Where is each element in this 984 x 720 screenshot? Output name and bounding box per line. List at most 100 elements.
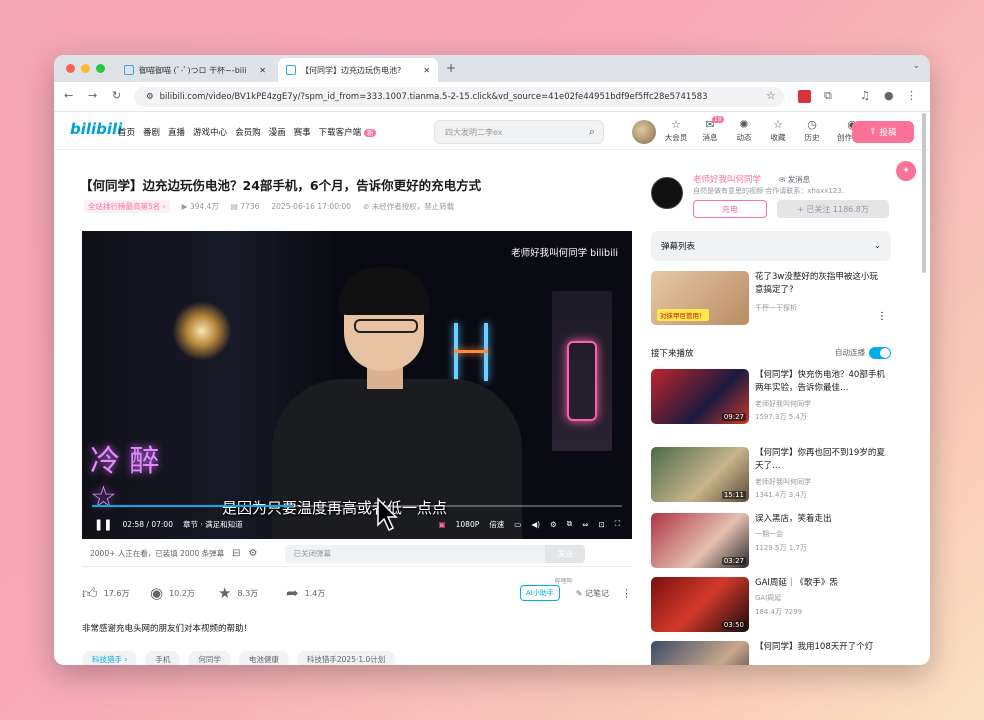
video-player[interactable]: 冷 醉 ☆ 老师好我叫何同学 bilibili 是因为只要温度再高或者低一点点 … xyxy=(82,231,632,539)
scrollbar[interactable] xyxy=(922,113,926,273)
video-title: 【何同学】边充边玩伤电池？24部手机，6个月，告诉你更好的充电方式 xyxy=(80,178,482,193)
danmaku-list-panel[interactable]: 弹幕列表 ⌄ xyxy=(651,231,891,261)
danmaku-input[interactable]: 已关闭弹幕 发送 xyxy=(285,544,586,563)
minimize-window-button[interactable] xyxy=(81,64,90,73)
recommendation-item[interactable]: 03:50 GAI周延｜《歌手》炁 GAI周延 184.4万 7299 xyxy=(651,577,891,635)
site-info-icon[interactable]: ⚙ xyxy=(146,92,154,102)
danmaku-switch-icon[interactable]: ⊟ xyxy=(232,548,240,559)
more-menu-icon[interactable]: ⋮ xyxy=(906,89,917,102)
new-tab-button[interactable]: + xyxy=(446,61,456,75)
rec-comments: 7299 xyxy=(784,608,803,616)
note-icon: ✎ xyxy=(575,588,585,598)
extensions-icon[interactable]: ⧉ xyxy=(824,89,832,103)
float-action-button[interactable]: ✦ xyxy=(896,161,916,181)
url-field[interactable]: ⚙ bilibili.com/video/BV1kPE4zgE7y/?spm_i… xyxy=(134,87,784,107)
user-avatar[interactable] xyxy=(632,120,656,144)
viewer-count: 2000+ 人正在看，已装填 2000 条弹幕 xyxy=(90,549,225,558)
like-button[interactable]: 👍︎ 17.6万 xyxy=(82,584,144,603)
danmaku-icon: ▤ xyxy=(230,202,241,211)
rec-plays: 1129.5万 xyxy=(755,544,787,552)
tag-item[interactable]: 科技猎手2025·1.0计划 xyxy=(296,651,396,665)
coin-button[interactable]: ◉ 10.2万 xyxy=(150,584,212,602)
nav-live[interactable]: 直播 xyxy=(168,126,185,138)
upload-button[interactable]: ⇪ 投稿 xyxy=(852,121,914,143)
forward-icon[interactable]: → xyxy=(88,89,97,102)
bookmark-star-icon[interactable]: ☆ xyxy=(766,89,776,102)
recommendation-item[interactable]: 15:11 【何同学】你再也回不到19岁的夏天了… 老师好我叫何同学 1341.… xyxy=(651,447,891,505)
browser-tab-2[interactable]: 【何同学】边充边玩伤电池? ✕ xyxy=(278,58,438,82)
header-vip[interactable]: ☆ 大会员 xyxy=(664,118,688,143)
header-history[interactable]: ◷ 历史 xyxy=(800,118,824,143)
search-placeholder: 四大发明二李ex xyxy=(445,127,503,137)
speed-label[interactable]: 倍速 xyxy=(489,519,504,530)
fullscreen-icon[interactable]: ⛶ xyxy=(615,519,620,529)
follow-button[interactable]: + 已关注 1186.8万 xyxy=(777,200,889,218)
pip-icon[interactable]: ⧉ xyxy=(567,519,572,529)
header-message[interactable]: ✉ 19 消息 xyxy=(698,116,724,143)
ad-card[interactable]: 对抹甲巨管用！ 花了3w没整好的灰指甲被这小玩意搞定了? 千秤一干探析 ⋮ xyxy=(651,271,891,331)
pause-icon[interactable]: ❚❚ xyxy=(94,518,112,531)
browser-tab-1[interactable]: 御喵御喵 (ﾟ-ﾟ)つロ 干杯~-bili ✕ xyxy=(116,58,274,82)
back-icon[interactable]: ← xyxy=(64,89,73,102)
close-tab-icon[interactable]: ✕ xyxy=(423,66,430,75)
video-thumbnail: 03:27 xyxy=(651,513,749,568)
progress-bar[interactable] xyxy=(92,505,622,507)
note-button[interactable]: ✎ 记笔记 xyxy=(576,588,609,599)
tag-item[interactable]: 手机 xyxy=(145,651,181,665)
header-favorite[interactable]: ☆ 收藏 xyxy=(766,118,790,143)
media-icon[interactable]: ♫ xyxy=(860,89,870,102)
send-message-link[interactable]: ✉ 发消息 xyxy=(779,174,810,185)
extension-icon[interactable] xyxy=(798,90,811,103)
tag-item[interactable]: 电池健康 xyxy=(238,651,289,665)
nav-games[interactable]: 游戏中心 xyxy=(193,126,227,138)
quality-label[interactable]: 1080P xyxy=(456,520,480,529)
settings-icon[interactable]: ⚙ xyxy=(550,520,557,529)
share-button[interactable]: ➦ 1.4万 xyxy=(286,584,348,602)
recommendation-item[interactable]: 【何同学】我用108天开了个灯 xyxy=(651,641,891,665)
nav-manga[interactable]: 漫画 xyxy=(269,126,286,138)
nav-home[interactable]: 首页 xyxy=(118,126,135,138)
danmaku-toggle-icon[interactable]: ▣ xyxy=(439,520,446,529)
more-icon[interactable]: ⋮ xyxy=(877,311,887,322)
widescreen-icon[interactable]: ⇔ xyxy=(582,520,588,529)
chapter-label[interactable]: 章节 · 满足和知道 xyxy=(183,519,243,530)
recommendation-item[interactable]: 03:27 误入黑店，笑着走出 一期一会 1129.5万 1.7万 xyxy=(651,513,891,571)
favorite-button[interactable]: ★ 8.3万 xyxy=(218,584,280,602)
charge-button[interactable]: 充电 xyxy=(693,200,767,218)
profile-icon[interactable]: ● xyxy=(884,89,894,102)
subtitle-icon[interactable]: ▭ xyxy=(514,520,521,529)
nav-shop[interactable]: 会员购 xyxy=(235,126,261,138)
tag-item[interactable]: 科技猎手 › xyxy=(82,651,138,665)
tag-item[interactable]: 何同学 xyxy=(188,651,231,665)
close-tab-icon[interactable]: ✕ xyxy=(259,66,266,75)
volume-icon[interactable]: ◀) xyxy=(531,520,540,529)
ai-assistant-button[interactable]: AI小助手 哔哩哔 xyxy=(519,578,573,601)
time-display: 02:58 / 07:00 xyxy=(122,519,173,529)
more-icon[interactable]: ⋮ xyxy=(621,587,632,600)
close-window-button[interactable] xyxy=(66,64,75,73)
nav-download[interactable]: 下载客户端 新 xyxy=(319,126,377,138)
uploader-name[interactable]: 老师好我叫何同学 xyxy=(693,173,761,185)
autoplay-toggle[interactable]: 自动连播 xyxy=(835,347,891,359)
uploader-avatar[interactable] xyxy=(651,177,683,209)
maximize-window-button[interactable] xyxy=(96,64,105,73)
nav-anime[interactable]: 番剧 xyxy=(143,126,160,138)
recommendation-item[interactable]: 09:27 【何同学】快充伤电池？40部手机两年实验，告诉你最佳… 老师好我叫何… xyxy=(651,369,891,427)
rec-title: GAI周延｜《歌手》炁 xyxy=(755,578,838,588)
search-input[interactable]: 四大发明二李ex ⌕ xyxy=(434,120,604,144)
nav-esports[interactable]: 赛事 xyxy=(294,126,311,138)
danmaku-list-label: 弹幕列表 xyxy=(661,242,696,252)
send-button[interactable]: 发送 xyxy=(545,544,586,563)
search-icon[interactable]: ⌕ xyxy=(589,125,595,139)
danmaku-settings-icon[interactable]: ⚙ xyxy=(249,548,258,559)
bilibili-logo[interactable]: bilibili xyxy=(70,120,122,138)
rank-badge[interactable]: 全站排行榜最高第5名 › xyxy=(84,200,170,213)
web-fullscreen-icon[interactable]: ⊡ xyxy=(598,520,604,529)
browser-window: 御喵御喵 (ﾟ-ﾟ)つロ 干杯~-bili ✕ 【何同学】边充边玩伤电池? ✕ … xyxy=(54,55,930,665)
header-dynamic[interactable]: ✺ 动态 xyxy=(732,118,756,143)
tab-menu-icon[interactable]: ⌄ xyxy=(912,61,920,71)
reload-icon[interactable]: ↻ xyxy=(112,89,121,102)
rec-stats: 1597.3万 5.4万 xyxy=(755,412,807,422)
rec-author: 老师好我叫何同学 xyxy=(755,478,811,486)
video-thumbnail xyxy=(651,641,749,665)
